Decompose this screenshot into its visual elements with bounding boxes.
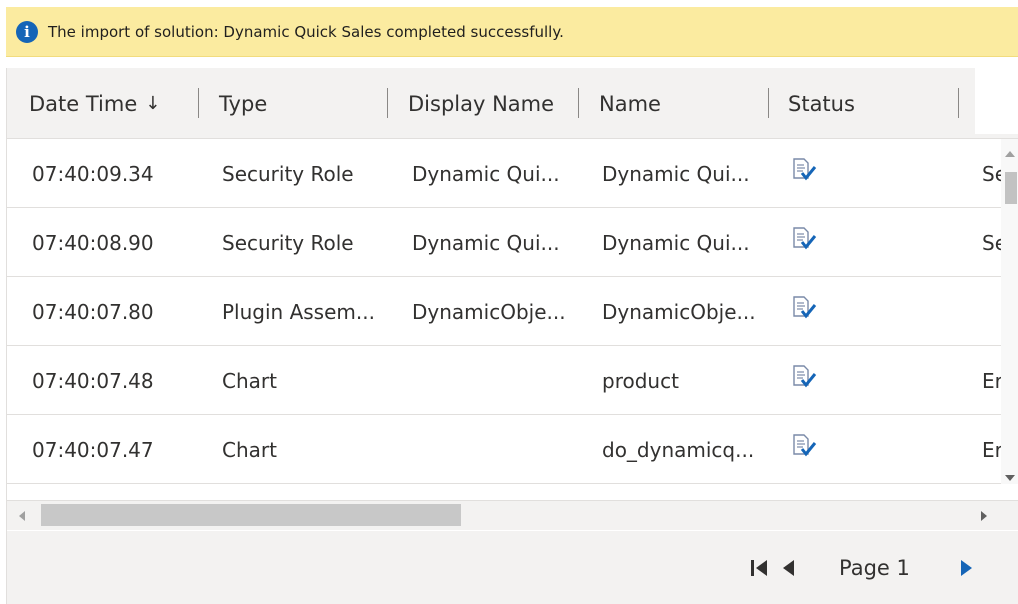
scroll-right-icon[interactable] xyxy=(981,511,987,521)
cell-type: Plugin Assem... xyxy=(222,299,375,324)
document-check-icon[interactable] xyxy=(791,296,817,320)
column-header-label: Date Time xyxy=(29,91,138,116)
scroll-up-icon[interactable] xyxy=(1005,151,1015,157)
cell-type: Chart xyxy=(222,437,277,462)
cell-overflow: Er xyxy=(982,437,1002,462)
table-row[interactable]: 07:40:07.80 Plugin Assem... DynamicObje.… xyxy=(7,277,1002,346)
cell-display-name: Dynamic Qui... xyxy=(412,161,560,186)
column-header-status[interactable]: Status xyxy=(788,68,855,139)
column-header-display-name[interactable]: Display Name xyxy=(408,68,554,139)
table-row[interactable]: 07:40:07.48 Chart product Er xyxy=(7,346,1002,415)
grid-footer: Page 1 xyxy=(7,531,1018,604)
cell-name: DynamicObje... xyxy=(602,299,756,324)
cell-name: do_dynamicq... xyxy=(602,437,755,462)
column-header-label: Status xyxy=(788,91,855,116)
cell-type: Security Role xyxy=(222,230,354,255)
next-page-icon[interactable] xyxy=(957,556,975,580)
notification-message: The import of solution: Dynamic Quick Sa… xyxy=(48,22,564,41)
column-header-label: Type xyxy=(219,91,268,116)
cell-name: product xyxy=(602,368,679,393)
document-check-icon[interactable] xyxy=(791,365,817,389)
cell-date-time: 07:40:08.90 xyxy=(32,230,154,255)
column-header-date-time[interactable]: Date Time ↓ xyxy=(29,68,160,139)
cell-date-time: 07:40:07.48 xyxy=(32,368,154,393)
cell-display-name: DynamicObje... xyxy=(412,299,566,324)
header-filler xyxy=(975,68,1018,134)
scroll-down-icon[interactable] xyxy=(1005,475,1015,481)
document-check-icon[interactable] xyxy=(791,434,817,458)
import-log-grid: Date Time ↓ Type Display Name Name Statu… xyxy=(6,68,1018,604)
column-header-label: Display Name xyxy=(408,91,555,116)
column-resizer[interactable] xyxy=(198,88,199,118)
document-check-icon[interactable] xyxy=(791,158,817,182)
notification-bar: i The import of solution: Dynamic Quick … xyxy=(6,7,1018,57)
column-resizer[interactable] xyxy=(387,88,388,118)
cell-date-time: 07:40:07.80 xyxy=(32,299,154,324)
horizontal-scroll-thumb[interactable] xyxy=(41,504,461,526)
page-indicator: Page 1 xyxy=(839,556,910,580)
cell-overflow xyxy=(982,277,1002,346)
table-row[interactable]: 07:40:07.47 Chart do_dynamicq... Er xyxy=(7,415,1002,484)
previous-page-icon[interactable] xyxy=(779,556,797,580)
info-icon: i xyxy=(16,20,38,43)
cell-display-name xyxy=(412,415,592,484)
cell-overflow: Se xyxy=(982,230,1002,255)
cell-type: Security Role xyxy=(222,161,354,186)
cell-display-name: Dynamic Qui... xyxy=(412,230,560,255)
cell-overflow: Se xyxy=(982,161,1002,186)
sort-descending-icon: ↓ xyxy=(145,93,161,114)
cell-name: Dynamic Qui... xyxy=(602,230,750,255)
column-header-label: Name xyxy=(599,91,661,116)
column-header-name[interactable]: Name xyxy=(599,68,661,139)
column-resizer[interactable] xyxy=(768,88,769,118)
column-resizer[interactable] xyxy=(578,88,579,118)
vertical-scrollbar[interactable] xyxy=(1001,139,1018,484)
column-resizer[interactable] xyxy=(958,88,959,118)
import-results-panel: i The import of solution: Dynamic Quick … xyxy=(0,0,1018,604)
table-row[interactable]: 07:40:08.90 Security Role Dynamic Qui...… xyxy=(7,208,1002,277)
cell-display-name xyxy=(412,346,592,415)
cell-date-time: 07:40:07.47 xyxy=(32,437,154,462)
table-row[interactable]: 07:40:09.34 Security Role Dynamic Qui...… xyxy=(7,139,1002,208)
column-header-type[interactable]: Type xyxy=(219,68,267,139)
grid-body: 07:40:09.34 Security Role Dynamic Qui...… xyxy=(7,139,1002,484)
cell-name: Dynamic Qui... xyxy=(602,161,750,186)
cell-type: Chart xyxy=(222,368,277,393)
cell-date-time: 07:40:09.34 xyxy=(32,161,154,186)
horizontal-scrollbar[interactable] xyxy=(7,500,1018,530)
cell-overflow: Er xyxy=(982,368,1002,393)
grid-header: Date Time ↓ Type Display Name Name Statu… xyxy=(7,68,1018,139)
scroll-left-icon[interactable] xyxy=(19,511,25,521)
vertical-scroll-thumb[interactable] xyxy=(1005,172,1017,204)
first-page-icon[interactable] xyxy=(749,556,771,580)
document-check-icon[interactable] xyxy=(791,227,817,251)
